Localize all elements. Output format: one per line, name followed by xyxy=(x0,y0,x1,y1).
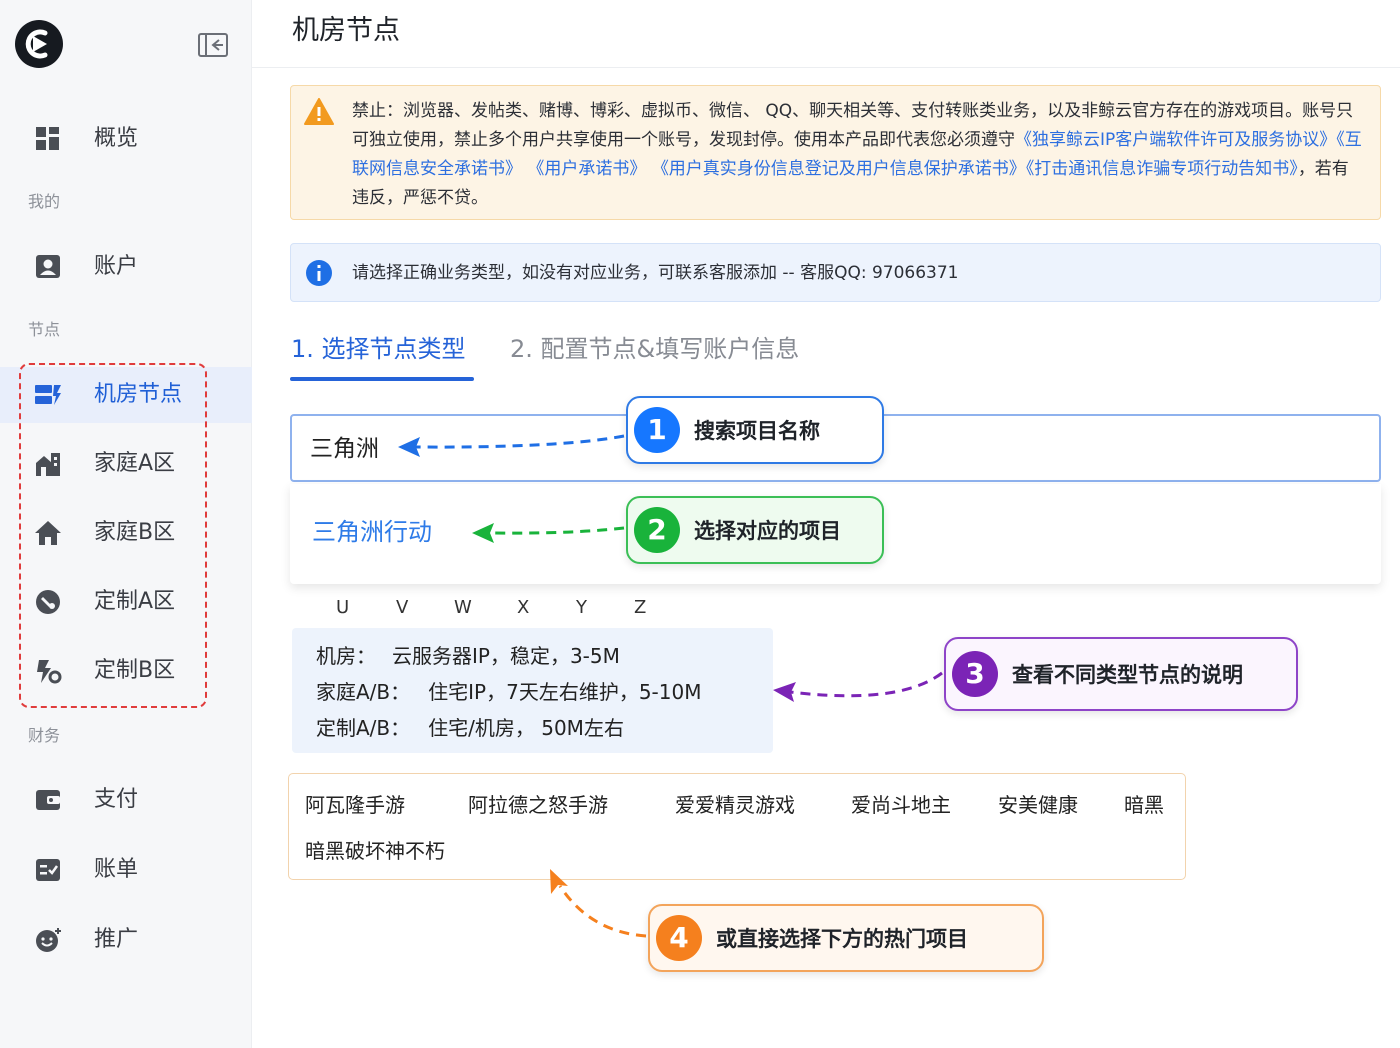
callout-text: 选择对应的项目 xyxy=(694,519,841,543)
sidebar-item-label: 机房节点 xyxy=(94,382,183,407)
account-icon xyxy=(36,255,60,278)
description-label: 定制A/B： xyxy=(316,716,411,740)
hot-project-item[interactable]: 爱尚斗地主 xyxy=(851,791,951,819)
callout-hot-projects: 4 或直接选择下方的热门项目 xyxy=(648,904,1044,972)
dashboard-icon xyxy=(36,127,59,150)
hot-project-item[interactable]: 安美健康 xyxy=(998,791,1078,819)
promote-icon xyxy=(36,928,61,952)
description-label: 机房： xyxy=(316,644,376,668)
callout-search: 1 搜索项目名称 xyxy=(626,396,884,464)
arrow-3-head xyxy=(773,682,796,702)
callout-number: 3 xyxy=(952,651,998,697)
search-value: 三角洲 xyxy=(310,436,379,462)
description-label: 家庭A/B： xyxy=(316,680,411,704)
datacenter-icon xyxy=(35,385,61,405)
group-label-mine: 我的 xyxy=(28,192,61,211)
link-anti-fraud-notice[interactable]: 《打击通讯信息诈骗专项行动告知书》 xyxy=(1026,159,1298,179)
sidebar-item-datacenter[interactable]: 机房节点 xyxy=(0,367,252,423)
letter-filter[interactable]: W xyxy=(454,596,472,620)
link-client-license[interactable]: 《独享鲸云IP客户端软件许可及服务协议》 xyxy=(1015,130,1336,150)
link-user-pledge[interactable]: 《用户承诺书》 xyxy=(527,159,646,179)
letter-filter[interactable]: U xyxy=(336,596,349,620)
info-text: 请选择正确业务类型，如没有对应业务，可联系客服添加 -- 客服QQ: 97066… xyxy=(352,263,959,283)
page-title: 机房节点 xyxy=(292,15,400,46)
callout-node-types: 3 查看不同类型节点的说明 xyxy=(944,637,1298,711)
warning-icon xyxy=(304,98,334,125)
sidebar-item-custom-a[interactable]: 定制A区 xyxy=(0,574,252,630)
sidebar-item-label: 家庭A区 xyxy=(94,451,176,476)
description-row: 定制A/B： 住宅/机房， 50M左右 xyxy=(316,714,624,742)
sidebar-item-label: 家庭B区 xyxy=(94,520,176,545)
home-icon xyxy=(35,521,61,545)
sidebar-item-promote[interactable]: 推广 xyxy=(0,912,252,968)
sidebar-item-home-a[interactable]: 家庭A区 xyxy=(0,436,252,492)
tab-step-2[interactable]: 2. 配置节点&填写账户信息 xyxy=(510,332,799,366)
sidebar-item-label: 账单 xyxy=(94,857,139,882)
hot-project-item[interactable]: 阿瓦隆手游 xyxy=(305,791,405,819)
hot-project-item[interactable]: 爱爱精灵游戏 xyxy=(675,791,795,819)
callout-number: 1 xyxy=(634,407,680,453)
sidebar-item-label: 支付 xyxy=(94,787,139,812)
sidebar-item-label: 定制A区 xyxy=(94,589,176,614)
logo-icon xyxy=(15,20,63,68)
tab-step-1[interactable]: 1. 选择节点类型 xyxy=(291,332,466,366)
description-text: 住宅/机房， 50M左右 xyxy=(428,716,624,740)
callout-select: 2 选择对应的项目 xyxy=(626,496,884,564)
letter-filter[interactable]: Z xyxy=(634,596,646,620)
callout-text: 搜索项目名称 xyxy=(694,419,820,443)
hot-project-item[interactable]: 阿拉德之怒手游 xyxy=(468,791,608,819)
sidebar: 概览 我的 账户 节点 机房节点 家庭A区 家庭B区 定制A区 定制B区 财务 … xyxy=(0,0,252,1048)
letter-filter[interactable]: V xyxy=(396,596,408,620)
sidebar-item-home-b[interactable]: 家庭B区 xyxy=(0,505,252,561)
wallet-icon xyxy=(36,790,60,810)
bill-icon xyxy=(36,859,60,881)
hot-projects: 阿瓦隆手游 阿拉德之怒手游 爱爱精灵游戏 爱尚斗地主 安美健康 暗黑 暗黑破坏神… xyxy=(288,773,1186,880)
description-text: 云服务器IP，稳定，3-5M xyxy=(392,644,620,668)
node-type-description: 机房： 云服务器IP，稳定，3-5M 家庭A/B： 住宅IP，7天左右维护，5-10… xyxy=(292,628,773,753)
sidebar-item-label: 账户 xyxy=(94,254,139,279)
warning-alert: 禁止：浏览器、发帖类、赌博、博彩、虚拟币、微信、 QQ、聊天相关等、支付转账类业… xyxy=(290,85,1381,220)
custom-icon xyxy=(37,660,62,684)
hot-project-item[interactable]: 暗黑破坏神不朽 xyxy=(305,837,445,865)
sidebar-item-account[interactable]: 账户 xyxy=(0,239,252,295)
sidebar-item-custom-b[interactable]: 定制B区 xyxy=(0,643,252,699)
sidebar-item-label: 定制B区 xyxy=(94,658,176,683)
letter-index: U V W X Y Z xyxy=(322,596,662,620)
arrow-4 xyxy=(558,885,647,938)
collapse-sidebar-icon[interactable] xyxy=(197,31,229,59)
arrow-3 xyxy=(789,671,943,698)
sidebar-item-overview[interactable]: 概览 xyxy=(0,111,252,167)
link-identity-pledge[interactable]: 《用户真实身份信息登记及用户信息保护承诺书》 xyxy=(652,159,1026,179)
callout-text: 查看不同类型节点的说明 xyxy=(1012,663,1243,687)
group-label-finance: 财务 xyxy=(28,726,61,745)
hot-project-item[interactable]: 暗黑 xyxy=(1124,791,1164,819)
description-row: 家庭A/B： 住宅IP，7天左右维护，5-10M xyxy=(316,678,701,706)
dropdown-item[interactable]: 三角洲行动 xyxy=(312,515,432,549)
building-icon xyxy=(36,453,60,476)
header: 机房节点 xyxy=(252,0,1400,68)
info-icon xyxy=(306,260,332,286)
wrench-icon xyxy=(36,590,60,614)
description-text: 住宅IP，7天左右维护，5-10M xyxy=(428,680,702,704)
sidebar-item-payment[interactable]: 支付 xyxy=(0,772,252,828)
sidebar-item-label: 概览 xyxy=(94,126,139,151)
callout-number: 2 xyxy=(634,507,680,553)
letter-filter[interactable]: X xyxy=(517,596,529,620)
info-alert: 请选择正确业务类型，如没有对应业务，可联系客服添加 -- 客服QQ: 97066… xyxy=(290,243,1381,302)
active-tab-underline xyxy=(290,377,474,381)
description-row: 机房： 云服务器IP，稳定，3-5M xyxy=(316,642,620,670)
callout-text: 或直接选择下方的热门项目 xyxy=(716,927,968,951)
warning-text: 禁止：浏览器、发帖类、赌博、博彩、虚拟币、微信、 QQ、聊天相关等、支付转账类业… xyxy=(352,97,1362,213)
sidebar-item-label: 推广 xyxy=(94,927,139,952)
sidebar-item-bill[interactable]: 账单 xyxy=(0,842,252,898)
group-label-nodes: 节点 xyxy=(28,320,61,339)
letter-filter[interactable]: Y xyxy=(576,596,587,620)
callout-number: 4 xyxy=(656,915,702,961)
